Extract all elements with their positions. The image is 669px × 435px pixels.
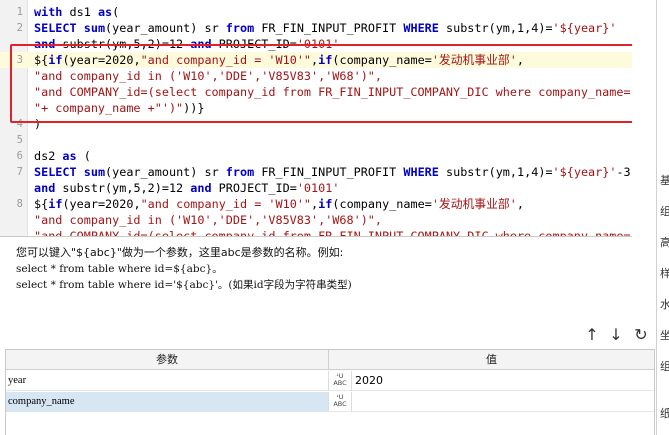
code-line[interactable]: and substr(ym,5,2)=12 and PROJECT_ID='01… [0,36,632,52]
side-label: 样 [660,265,669,281]
type-selector[interactable]: ꜜU ABC [328,371,352,391]
code-line[interactable]: and substr(ym,5,2)=12 and PROJECT_ID='01… [0,180,632,196]
column-header-parameter: 参数 [6,350,328,370]
side-label: 组 [660,358,669,374]
refresh-icon[interactable]: ↻ [631,325,651,345]
code-line[interactable]: 1 with ds1 as( [0,4,632,20]
code-line[interactable]: 7 SELECT sum(year_amount) sr from FR_FIN_… [0,164,632,180]
code-line[interactable]: "and COMPANY_id=(select company_id from … [0,84,632,100]
code-line[interactable]: 4) [0,116,632,132]
code-text: "and COMPANY_id=(select company_id from … [34,229,632,237]
column-header-value: 值 [328,350,654,370]
arrow-down-icon[interactable]: ↓ [606,325,626,345]
parameter-name: company_name [6,392,328,412]
side-label: 水 [660,296,669,312]
arrow-up-icon[interactable]: ↑ [582,325,602,345]
code-line[interactable]: "and company_id in ('W10','DDE','V85V83'… [0,212,632,228]
type-selector[interactable]: ꜜU ABC [328,392,352,412]
sql-editor[interactable]: 1 with ds1 as( 2 SELECT sum(year_amount) s… [0,0,632,237]
code-text: "and COMPANY_id=(select company_id from … [34,85,632,99]
code-line[interactable]: 5 [0,132,632,148]
code-line-highlighted[interactable]: 3 ${if(year=2020,"and company_id = 'W10'"… [0,52,632,68]
hint-example: select * from table where id=${abc}。 [16,263,223,275]
code-line[interactable]: 8 ${if(year=2020,"and company_id = 'W10'"… [0,196,632,212]
table-row[interactable]: year ꜜU ABC [6,371,654,391]
code-text: ${if(year=2020,"and company_id = 'W10'",… [34,53,524,67]
code-text: "and company_id in ('W10','DDE','V85V83'… [34,69,383,83]
side-label: 组 [660,203,669,219]
side-label: 高 [660,234,669,250]
parameter-hint: 您可以键入"${abc}"做为一个参数，这里abc是参数的名称。例如: sele… [16,245,352,293]
side-label: 纸 [660,405,669,421]
hint-line: 您可以键入"${abc}"做为一个参数，这里abc是参数的名称。例如: [16,246,344,259]
side-label: 坐 [660,327,669,343]
parameter-table: 参数 值 year ꜜUABC company_name ꜜUABC [5,349,655,435]
parameter-value-input[interactable] [353,392,653,412]
code-line[interactable]: 2 SELECT sum(year_amount) sr from FR_FIN_… [0,20,632,36]
side-label: 基 [660,172,669,188]
hint-example: select * from table where id='${abc}'。(如… [16,279,352,291]
code-line[interactable]: "and company_id in ('W10','DDE','V85V83'… [0,68,632,84]
code-text: SELECT sum(year_amount) sr from FR_FIN_I… [34,21,617,35]
code-text: "+ company_name +"')"))} [34,101,205,115]
code-text: and substr(ym,5,2)=12 and PROJECT_ID='01… [34,181,340,195]
code-text: SELECT sum(year_amount) sr from FR_FIN_I… [34,165,631,179]
code-text: with ds1 as( [34,5,120,19]
code-text: "and company_id in ('W10','DDE','V85V83'… [34,213,383,227]
side-panel: 基 组 高 样 水 坐 组 纸 [656,0,669,435]
code-line[interactable]: "and COMPANY_id=(select company_id from … [0,228,632,237]
code-line[interactable]: "+ company_name +"')"))} [0,100,632,116]
code-text: ) [34,117,42,131]
parameter-value-input[interactable] [353,371,653,391]
code-text: ds2 as ( [34,149,91,163]
parameter-name: year [8,375,27,386]
table-row[interactable]: company_name ꜜU ABC [6,392,654,412]
code-text: and substr(ym,5,2)=12 and PROJECT_ID='01… [34,37,340,51]
code-text: ${if(year=2020,"and company_id = 'W10'",… [34,197,524,211]
code-line[interactable]: 6 ds2 as ( [0,148,632,164]
